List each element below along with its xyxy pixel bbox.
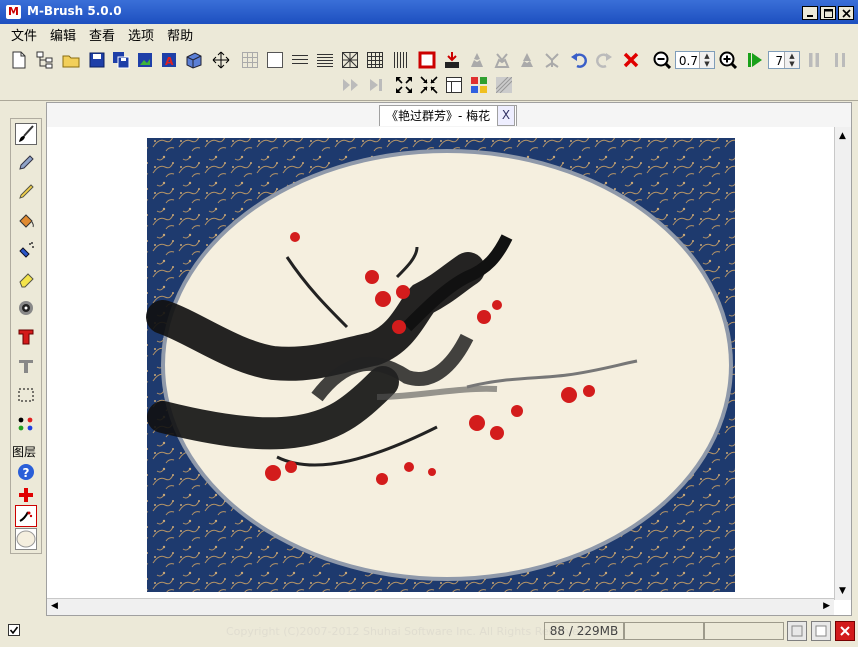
export-image-icon[interactable] [136, 51, 154, 69]
layout-panel-icon[interactable] [445, 76, 463, 94]
text-tool-gray-icon[interactable] [15, 355, 37, 377]
export-pdf-icon[interactable]: A [160, 51, 178, 69]
blank-square-icon[interactable] [266, 51, 284, 69]
window-title: M-Brush 5.0.0 [27, 4, 122, 18]
scroll-left-arrow[interactable]: ◀ [51, 601, 58, 611]
effect-4-icon [543, 51, 561, 69]
status-checkbox[interactable] [8, 624, 20, 636]
svg-text:A: A [165, 55, 174, 68]
document-tabs: 《艳过群芳》- 梅花 X [47, 103, 851, 128]
blur-tool-icon[interactable] [15, 297, 37, 319]
tool-panel: 图层 ? [10, 118, 42, 554]
minimize-button[interactable] [802, 6, 818, 20]
new-file-icon[interactable] [10, 51, 28, 69]
copyright-text: Copyright (C)2007-2012 Shuhai Software I… [226, 625, 590, 638]
stop-icon [832, 51, 850, 69]
open-file-icon[interactable] [62, 51, 80, 69]
zoom-stepper-arrows[interactable]: ▲ ▼ [699, 52, 714, 68]
maximize-doc-button[interactable] [811, 621, 831, 641]
resize-canvas-icon[interactable] [212, 51, 230, 69]
skip-end-icon [367, 76, 385, 94]
menu-edit[interactable]: 编辑 [49, 25, 83, 44]
layer-thumbnail-background[interactable] [15, 528, 37, 550]
maximize-button[interactable] [820, 6, 836, 20]
menu-bar: 文件 编辑 查看 选项 帮助 [0, 24, 858, 44]
status-bar: Copyright (C)2007-2012 Shuhai Software I… [0, 620, 858, 647]
minimize-doc-button[interactable] [787, 621, 807, 641]
zoom-level-stepper[interactable]: 0.7 ▲ ▼ [675, 51, 715, 69]
eraser-tool-icon[interactable] [15, 268, 37, 290]
main-toolbar: A 0.7 ▲ ▼ 7 ▲ ▼ [6, 46, 854, 98]
brush-stepper-arrows[interactable]: ▲ ▼ [784, 52, 799, 68]
title-bar: M M-Brush 5.0.0 [0, 0, 858, 24]
grid-dense-icon[interactable] [366, 51, 384, 69]
play-icon[interactable] [746, 51, 764, 69]
brush-tool-icon[interactable] [15, 123, 37, 145]
undo-icon[interactable] [570, 51, 588, 69]
save-icon[interactable] [88, 51, 106, 69]
grid-diagonal-icon[interactable] [341, 51, 359, 69]
spray-tool-icon[interactable] [15, 239, 37, 261]
help-icon[interactable]: ? [15, 461, 37, 483]
pen-tool-icon[interactable] [15, 152, 37, 174]
document-area: 《艳过群芳》- 梅花 X ▲ ▼ ◀ ▶ [46, 102, 852, 616]
close-window-button[interactable] [838, 6, 854, 20]
selection-tool-icon[interactable] [15, 384, 37, 406]
svg-text:?: ? [23, 466, 30, 480]
brush-size-stepper[interactable]: 7 ▲ ▼ [768, 51, 800, 69]
effect-1-icon [468, 51, 486, 69]
color-palette-icon[interactable] [470, 76, 488, 94]
status-field-1 [624, 622, 704, 640]
add-layer-icon[interactable] [15, 484, 37, 506]
stamp-icon[interactable] [443, 51, 461, 69]
layer-tree-icon[interactable] [36, 51, 54, 69]
grid-light-icon[interactable] [241, 51, 259, 69]
menu-help[interactable]: 帮助 [166, 25, 200, 44]
fast-forward-icon [342, 76, 360, 94]
app-logo-icon: M [6, 5, 21, 19]
zoom-in-icon[interactable] [719, 51, 737, 69]
lines-vertical-icon[interactable] [391, 51, 409, 69]
lines-dense-icon[interactable] [316, 51, 334, 69]
menu-view[interactable]: 查看 [88, 25, 122, 44]
zoom-level-value: 0.7 [678, 54, 698, 68]
scroll-down-arrow[interactable]: ▼ [839, 586, 846, 596]
effect-3-icon [518, 51, 536, 69]
canvas-viewport[interactable] [47, 127, 834, 600]
texture-icon [495, 76, 513, 94]
brush-size-value: 7 [775, 54, 783, 68]
tab-close-button[interactable]: X [497, 105, 515, 126]
delete-icon[interactable] [622, 51, 640, 69]
zoom-out-icon[interactable] [653, 51, 671, 69]
vertical-scrollbar[interactable]: ▲ ▼ [834, 127, 851, 600]
horizontal-scrollbar[interactable]: ◀ ▶ [47, 598, 834, 615]
layers-label: 图层 [12, 445, 37, 459]
redo-icon [595, 51, 613, 69]
layer-thumbnail-ink[interactable] [15, 505, 37, 527]
scroll-right-arrow[interactable]: ▶ [823, 601, 830, 611]
border-frame-icon[interactable] [418, 51, 436, 69]
menu-file[interactable]: 文件 [10, 25, 44, 44]
memory-usage: 88 / 229MB [544, 622, 624, 640]
fill-tool-icon[interactable] [15, 210, 37, 232]
pencil-tool-icon[interactable] [15, 181, 37, 203]
toolbar-divider [0, 100, 858, 101]
scroll-up-arrow[interactable]: ▲ [839, 131, 846, 141]
text-tool-red-icon[interactable] [15, 326, 37, 348]
fullscreen-expand-icon[interactable] [395, 76, 413, 94]
fullscreen-collapse-icon[interactable] [420, 76, 438, 94]
menu-options[interactable]: 选项 [127, 25, 161, 44]
effect-2-icon [493, 51, 511, 69]
stack-icon[interactable] [184, 51, 202, 69]
window-controls [802, 6, 854, 20]
save-all-icon[interactable] [112, 51, 130, 69]
close-doc-button[interactable] [835, 621, 855, 641]
pause-icon [805, 51, 823, 69]
color-dots-icon[interactable] [15, 413, 37, 435]
lines-horizontal-icon[interactable] [291, 51, 309, 69]
status-field-2 [704, 622, 784, 640]
painting-canvas[interactable] [47, 127, 834, 600]
